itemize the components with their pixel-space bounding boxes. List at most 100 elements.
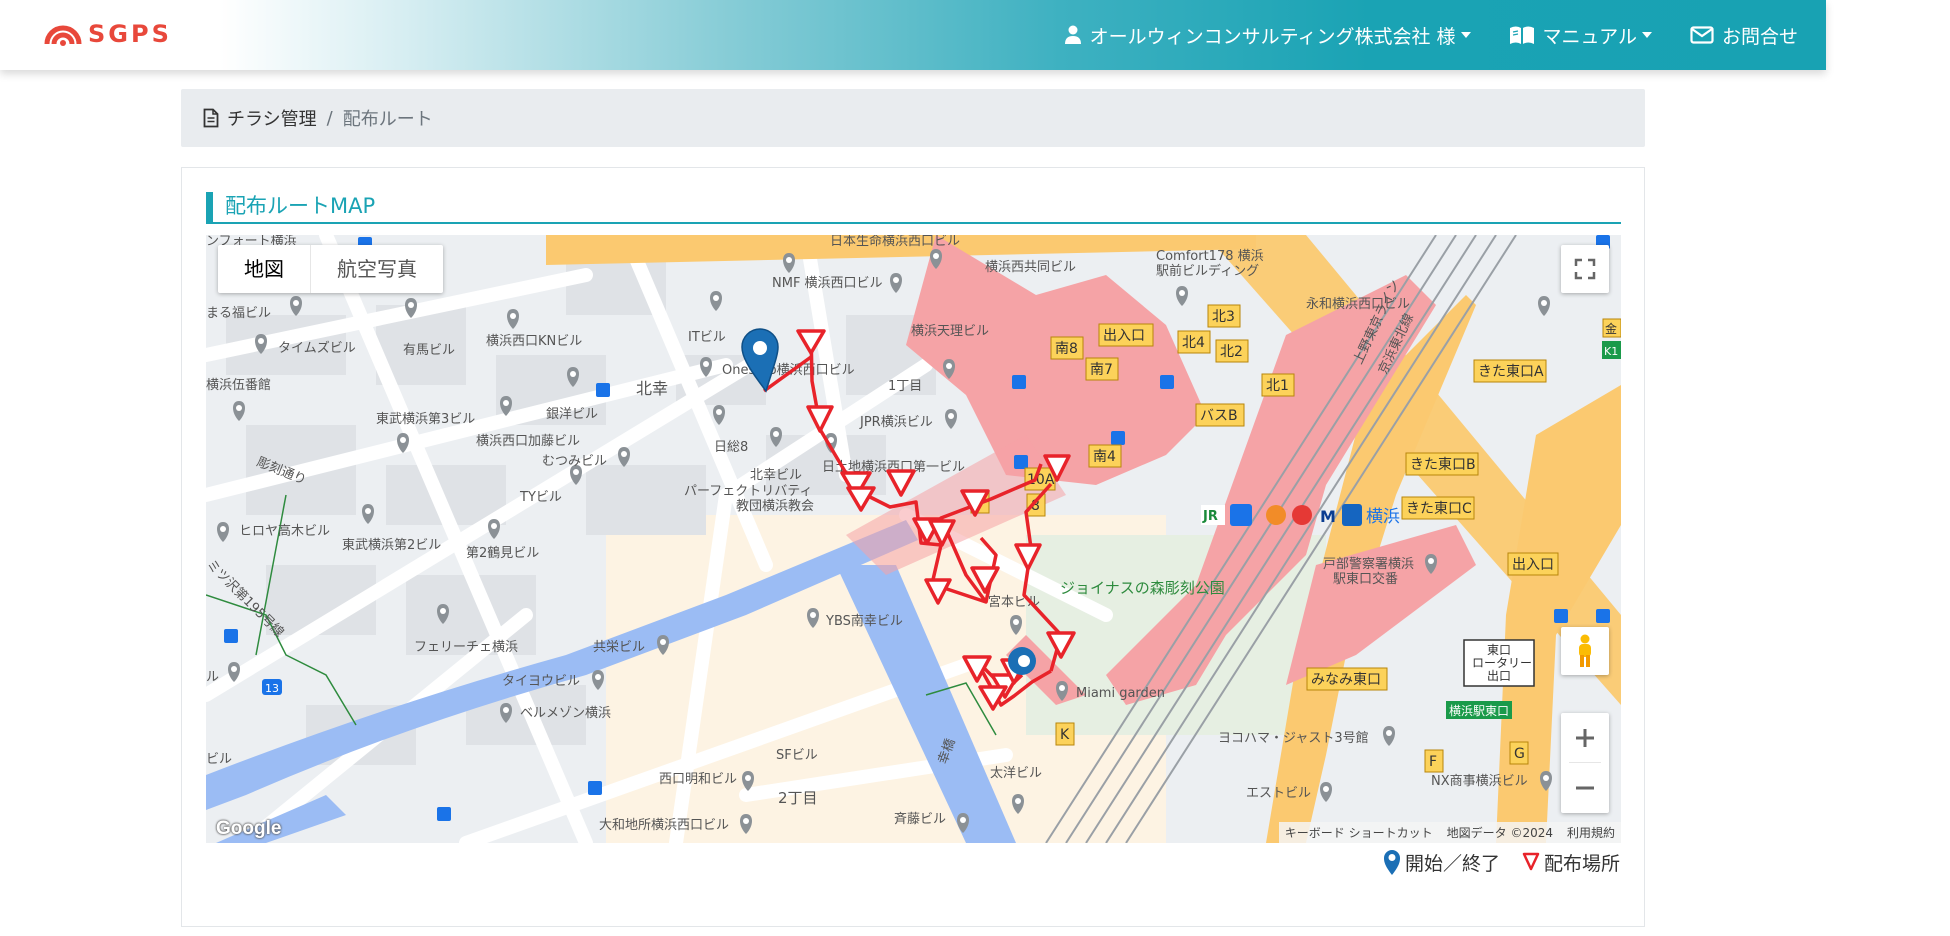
- envelope-icon: [1690, 26, 1714, 44]
- svg-text:横浜: 横浜: [1366, 507, 1400, 527]
- svg-text:西口明和ビル: 西口明和ビル: [659, 772, 737, 787]
- svg-text:エストビル: エストビル: [1246, 786, 1311, 801]
- route-map[interactable]: 彫刻通り ミツ沢第195号線 幸橋 上野東京ライン 京浜東北線 JR M 横浜 …: [206, 235, 1621, 843]
- svg-text:ジョイナスの森彫刻公園: ジョイナスの森彫刻公園: [1060, 579, 1225, 597]
- keyboard-shortcuts-link[interactable]: キーボード ショートカット: [1285, 824, 1433, 841]
- svg-text:出入口: 出入口: [1103, 328, 1145, 344]
- map-canvas: 彫刻通り ミツ沢第195号線 幸橋 上野東京ライン 京浜東北線 JR M 横浜 …: [206, 235, 1621, 843]
- svg-text:斉藤ビル: 斉藤ビル: [894, 811, 946, 827]
- svg-text:北幸: 北幸: [636, 379, 668, 398]
- svg-text:きた東口B: きた東口B: [1410, 457, 1476, 473]
- svg-text:ル: ル: [206, 670, 219, 685]
- contact-link[interactable]: お問合せ: [1690, 22, 1798, 49]
- pegman-icon: [1579, 634, 1591, 667]
- zoom-out-button[interactable]: [1561, 763, 1609, 813]
- terms-link[interactable]: 利用規約: [1567, 824, 1615, 841]
- svg-text:NX商事横浜ビル: NX商事横浜ビル: [1431, 774, 1528, 789]
- fullscreen-icon: [1574, 258, 1596, 280]
- svg-text:横浜西共同ビル: 横浜西共同ビル: [985, 260, 1076, 275]
- google-logo[interactable]: Google: [216, 818, 281, 840]
- svg-text:駅東口交番: 駅東口交番: [1333, 571, 1398, 587]
- svg-text:東武横浜第3ビル: 東武横浜第3ビル: [376, 411, 475, 427]
- svg-text:北4: 北4: [1182, 335, 1205, 351]
- svg-text:パーフェクトリバティ: パーフェクトリバティ: [684, 484, 812, 499]
- svg-text:横浜駅東口: 横浜駅東口: [1449, 704, 1509, 718]
- svg-text:ヨコハマ・ジャスト3号館: ヨコハマ・ジャスト3号館: [1218, 731, 1369, 746]
- zoom-divider: [1569, 762, 1601, 763]
- svg-text:NMF 横浜西口ビル: NMF 横浜西口ビル: [772, 276, 883, 291]
- svg-text:南8: 南8: [1055, 341, 1078, 357]
- svg-text:むつみビル: むつみビル: [542, 454, 607, 469]
- svg-text:戸部警察署横浜: 戸部警察署横浜: [1323, 556, 1414, 572]
- logo-text: SGPS: [88, 20, 172, 48]
- manual-menu-label: マニュアル: [1542, 25, 1637, 48]
- minus-icon: [1576, 786, 1594, 790]
- svg-text:F: F: [1429, 754, 1437, 770]
- chevron-down-icon: [1460, 32, 1471, 38]
- svg-text:横浜西口加藤ビル: 横浜西口加藤ビル: [476, 434, 580, 449]
- svg-text:永和横浜西口ビル: 永和横浜西口ビル: [1306, 297, 1410, 312]
- svg-text:ロータリー: ロータリー: [1472, 656, 1532, 670]
- svg-text:JR: JR: [1202, 509, 1218, 524]
- svg-text:教団横浜教会: 教団横浜教会: [736, 498, 814, 514]
- map-type-toggle: 地図 航空写真: [218, 245, 443, 293]
- top-header: SGPS オールウィンコンサルティング株式会社 様 マニュアル お問合せ: [0, 0, 1826, 70]
- street-view-pegman[interactable]: [1561, 627, 1609, 675]
- svg-text:横浜天理ビル: 横浜天理ビル: [911, 324, 989, 339]
- svg-text:YBS南幸ビル: YBS南幸ビル: [825, 613, 903, 629]
- svg-text:Miami garden: Miami garden: [1076, 686, 1165, 701]
- svg-text:ITビル: ITビル: [688, 330, 726, 345]
- breadcrumb-separator: /: [326, 107, 333, 129]
- map-type-satellite-button[interactable]: 航空写真: [310, 245, 443, 293]
- svg-text:横浜伍番館: 横浜伍番館: [206, 378, 271, 393]
- svg-text:タイヨウビル: タイヨウビル: [502, 674, 580, 689]
- svg-text:バスB: バスB: [1200, 408, 1238, 424]
- breadcrumb-flyer-management[interactable]: チラシ管理: [203, 105, 317, 131]
- svg-text:日総8: 日総8: [714, 440, 748, 455]
- svg-text:1丁目: 1丁目: [888, 379, 922, 394]
- map-legend: 開始／終了 配布場所: [1383, 848, 1620, 876]
- zoom-in-button[interactable]: [1561, 713, 1609, 763]
- legend-start-end-label: 開始／終了: [1404, 852, 1500, 875]
- breadcrumb: チラシ管理 / 配布ルート: [181, 89, 1645, 147]
- svg-text:ベルメゾン横浜: ベルメゾン横浜: [520, 706, 611, 721]
- svg-text:北幸ビル: 北幸ビル: [750, 468, 802, 483]
- map-type-map-button[interactable]: 地図: [218, 245, 310, 293]
- manual-menu[interactable]: マニュアル: [1509, 22, 1652, 49]
- breadcrumb-parent-label: チラシ管理: [227, 109, 317, 130]
- svg-text:北2: 北2: [1220, 344, 1243, 360]
- svg-text:太洋ビル: 太洋ビル: [990, 766, 1042, 781]
- section-title: 配布ルートMAP: [206, 192, 1621, 224]
- svg-text:大和地所横浜西口ビル: 大和地所横浜西口ビル: [599, 818, 729, 833]
- book-icon: [1509, 26, 1534, 44]
- svg-text:有馬ビル: 有馬ビル: [403, 343, 455, 358]
- svg-text:東武横浜第2ビル: 東武横浜第2ビル: [342, 537, 441, 553]
- zoom-controls: [1561, 713, 1609, 813]
- svg-text:みなみ東口: みなみ東口: [1311, 672, 1381, 688]
- svg-text:ヒロヤ高木ビル: ヒロヤ高木ビル: [239, 523, 330, 539]
- svg-text:きた東口A: きた東口A: [1478, 364, 1544, 380]
- svg-text:フェリーチェ横浜: フェリーチェ横浜: [414, 640, 518, 655]
- logo-signal-icon: [44, 25, 82, 46]
- sgps-logo[interactable]: SGPS: [44, 20, 172, 48]
- svg-text:きた東口C: きた東口C: [1406, 501, 1472, 517]
- svg-text:出口: 出口: [1487, 669, 1511, 683]
- svg-text:金: 金: [1605, 321, 1617, 336]
- fullscreen-button[interactable]: [1561, 245, 1609, 293]
- svg-text:タイムズビル: タイムズビル: [278, 340, 356, 356]
- svg-text:共栄ビル: 共栄ビル: [593, 640, 645, 655]
- svg-text:日本生命横浜西口ビル: 日本生命横浜西口ビル: [830, 235, 960, 249]
- svg-text:G: G: [1514, 746, 1525, 762]
- svg-text:東口: 東口: [1487, 643, 1511, 657]
- user-icon: [1064, 25, 1081, 44]
- svg-text:出入口: 出入口: [1512, 557, 1554, 573]
- svg-text:まる福ビル: まる福ビル: [206, 306, 271, 321]
- svg-text:南7: 南7: [1090, 362, 1113, 378]
- svg-text:M: M: [1320, 507, 1336, 526]
- svg-text:第2鶴見ビル: 第2鶴見ビル: [466, 545, 539, 561]
- user-menu[interactable]: オールウィンコンサルティング株式会社 様: [1064, 22, 1471, 49]
- svg-text:SFビル: SFビル: [776, 748, 818, 763]
- chevron-down-icon: [1641, 32, 1652, 38]
- svg-text:K1: K1: [1604, 345, 1618, 358]
- svg-text:ビル: ビル: [206, 752, 232, 767]
